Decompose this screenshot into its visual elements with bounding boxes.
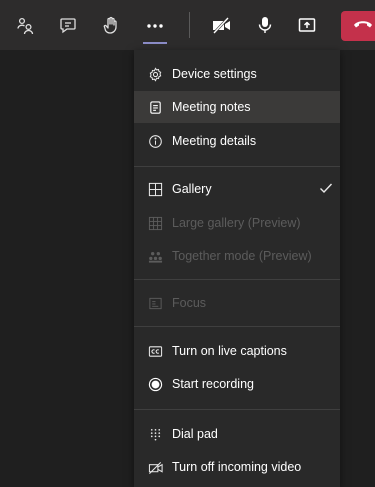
menu-item-large-gallery: Large gallery (Preview) [134, 207, 340, 239]
microphone-button[interactable] [248, 8, 282, 42]
raise-hand-icon [101, 15, 121, 35]
menu-divider [134, 409, 340, 410]
more-actions-button[interactable] [138, 8, 172, 42]
chat-button[interactable] [51, 8, 85, 42]
raise-hand-button[interactable] [94, 8, 128, 42]
menu-item-label: Together mode (Preview) [172, 249, 312, 263]
menu-divider [134, 326, 340, 327]
menu-item-label: Turn off incoming video [172, 460, 302, 474]
camera-off-icon [211, 15, 233, 35]
more-actions-menu: Device settings Meeting notes Meeting de… [134, 50, 340, 487]
gallery-icon [147, 181, 164, 198]
menu-item-gallery[interactable]: Gallery [134, 173, 340, 205]
more-actions-icon [145, 15, 165, 35]
menu-item-meeting-notes[interactable]: Meeting notes [134, 91, 340, 123]
info-icon [147, 133, 164, 150]
share-screen-icon [297, 15, 317, 35]
menu-item-label: Gallery [172, 182, 212, 196]
menu-item-label: Meeting notes [172, 100, 251, 114]
menu-divider [134, 166, 340, 167]
menu-item-meeting-details[interactable]: Meeting details [134, 125, 340, 157]
menu-item-label: Turn on live captions [172, 344, 287, 358]
menu-item-device-settings[interactable]: Device settings [134, 58, 340, 90]
menu-divider [134, 279, 340, 280]
together-mode-icon [147, 248, 164, 265]
notes-icon [147, 99, 164, 116]
participants-icon [15, 15, 35, 35]
menu-item-label: Meeting details [172, 134, 257, 148]
menu-item-label: Device settings [172, 67, 257, 81]
active-tab-indicator [143, 42, 167, 44]
hang-up-button[interactable] [341, 11, 375, 41]
dial-pad-icon [147, 426, 164, 443]
menu-item-dial-pad[interactable]: Dial pad [134, 418, 340, 450]
toolbar-divider [189, 12, 190, 38]
gear-icon [147, 66, 164, 83]
menu-item-label: Large gallery (Preview) [172, 216, 301, 230]
menu-item-label: Focus [172, 296, 207, 310]
focus-icon [147, 295, 164, 312]
menu-item-label: Start recording [172, 377, 254, 391]
large-gallery-icon [147, 215, 164, 232]
menu-item-together-mode: Together mode (Preview) [134, 240, 340, 272]
record-icon [147, 376, 164, 393]
chat-icon [58, 15, 78, 35]
meeting-toolbar [0, 0, 375, 50]
menu-item-live-captions[interactable]: Turn on live captions [134, 335, 340, 367]
menu-item-focus: Focus [134, 287, 340, 319]
menu-item-label: Dial pad [172, 427, 218, 441]
hang-up-icon [353, 17, 373, 36]
meeting-window: Device settings Meeting notes Meeting de… [0, 0, 375, 487]
checkmark-icon [319, 181, 333, 198]
microphone-icon [255, 15, 275, 35]
closed-captions-icon [147, 343, 164, 360]
menu-item-incoming-video[interactable]: Turn off incoming video [134, 451, 340, 483]
menu-item-start-recording[interactable]: Start recording [134, 368, 340, 400]
share-screen-button[interactable] [290, 8, 324, 42]
camera-button[interactable] [205, 8, 239, 42]
video-off-icon [147, 459, 164, 476]
participants-button[interactable] [8, 8, 42, 42]
